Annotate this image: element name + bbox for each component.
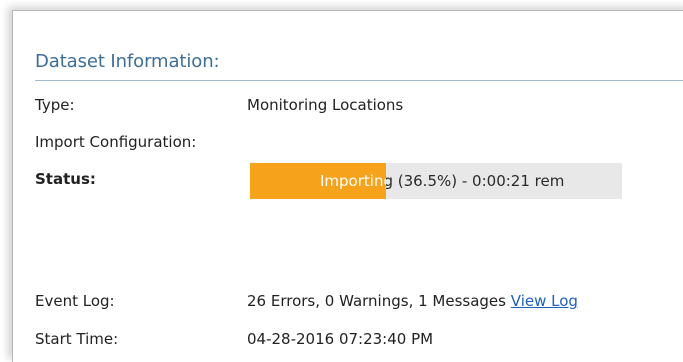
status-label: Status: — [35, 170, 96, 188]
event-log-label: Event Log: — [35, 292, 115, 310]
import-progress-bar: Importing (36.5%) - 0:00:21 rem Importin… — [250, 163, 622, 199]
progress-fill: Importing (36.5%) - 0:00:21 rem — [250, 163, 386, 199]
progress-text-fill: Importing (36.5%) - 0:00:21 rem — [320, 172, 386, 190]
start-time-value: 04-28-2016 07:23:40 PM — [247, 330, 434, 348]
event-log-value: 26 Errors, 0 Warnings, 1 Messages View L… — [247, 292, 578, 310]
type-value: Monitoring Locations — [247, 96, 404, 114]
section-title: Dataset Information: — [35, 51, 220, 72]
view-log-link[interactable]: View Log — [511, 292, 578, 310]
start-time-label: Start Time: — [35, 330, 119, 348]
type-label: Type: — [35, 96, 75, 114]
dataset-information-panel: Dataset Information: Type: Monitoring Lo… — [12, 10, 683, 362]
section-divider — [35, 80, 683, 81]
event-log-summary: 26 Errors, 0 Warnings, 1 Messages — [247, 292, 506, 310]
import-configuration-label: Import Configuration: — [35, 133, 197, 151]
